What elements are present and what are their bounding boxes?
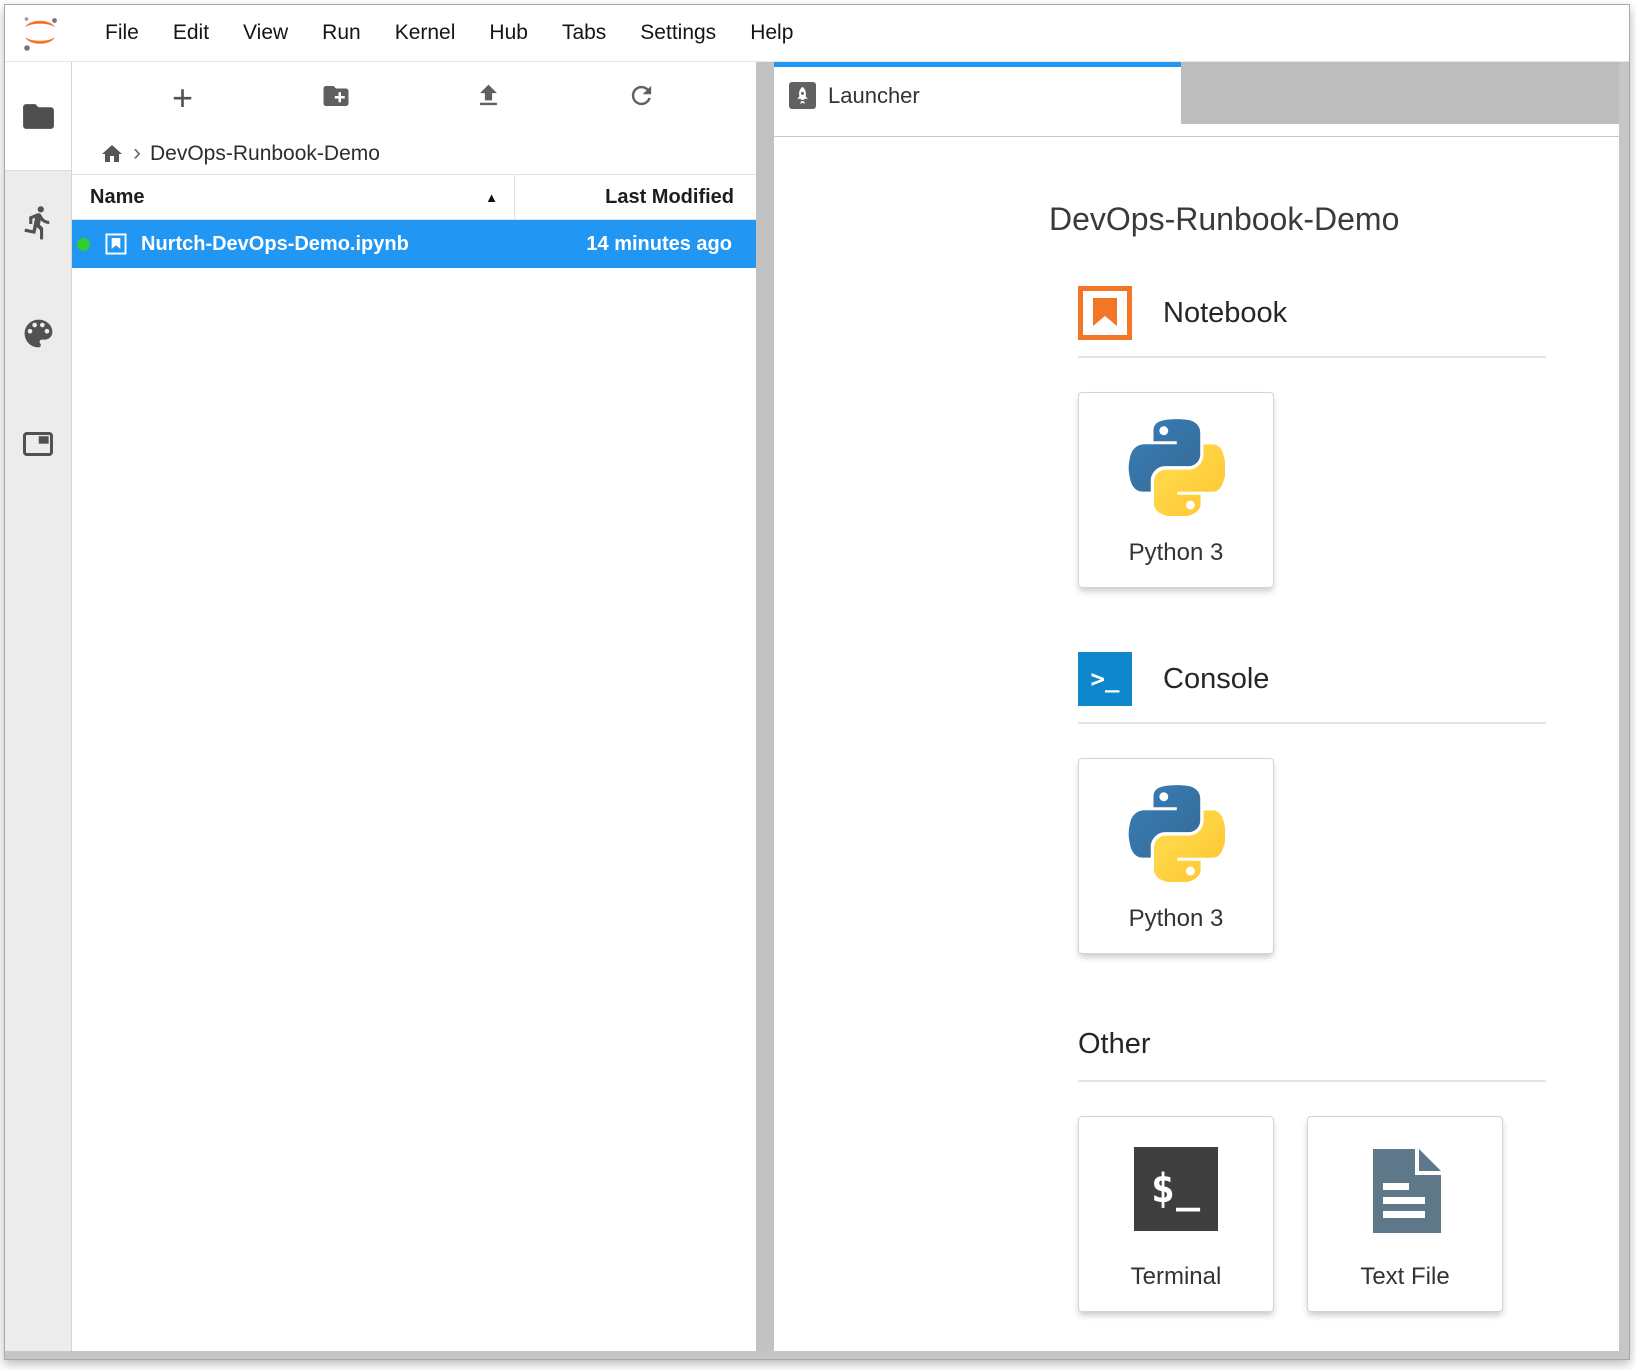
- launcher-section-console: >_ Console Python 3: [1078, 652, 1546, 954]
- breadcrumb-separator: ›: [133, 139, 141, 167]
- launcher-title: DevOps-Runbook-Demo: [1049, 201, 1619, 237]
- column-header-name[interactable]: Name ▲: [72, 175, 515, 219]
- breadcrumb: › DevOps-Runbook-Demo: [72, 134, 756, 174]
- new-folder-icon: [321, 81, 351, 116]
- launcher-card-notebook-python3[interactable]: Python 3: [1078, 392, 1274, 588]
- section-heading-other: Other: [1078, 1028, 1151, 1061]
- card-label-python3: Python 3: [1129, 905, 1224, 933]
- last-modified-column-label: Last Modified: [605, 186, 734, 209]
- folder-icon: [20, 98, 57, 135]
- refresh-icon: [627, 81, 656, 115]
- tab-launcher[interactable]: Launcher: [774, 62, 1181, 124]
- panel-splitter[interactable]: [756, 62, 774, 1351]
- window-bottom-edge: [5, 1351, 1629, 1359]
- dock-tab-bar: Launcher: [774, 62, 1619, 124]
- sidebar-item-file-browser[interactable]: [5, 62, 71, 170]
- console-glyph: >_: [1091, 665, 1120, 693]
- menu-bar: File Edit View Run Kernel Hub Tabs Setti…: [5, 5, 1629, 62]
- launcher-panel: DevOps-Runbook-Demo Notebook: [774, 137, 1619, 1351]
- launcher-section-other: Other $_ Terminal: [1078, 1024, 1546, 1312]
- file-browser-toolbar: +: [72, 62, 756, 134]
- sidebar-item-running-sessions[interactable]: [20, 204, 57, 246]
- window-right-edge: [1619, 62, 1629, 1351]
- jupyter-logo-icon: [18, 11, 62, 55]
- palette-icon: [20, 315, 57, 357]
- dock-strip: [774, 124, 1619, 137]
- sidebar-rest: [5, 170, 71, 1351]
- terminal-icon: $_: [1134, 1147, 1218, 1231]
- card-label-python3: Python 3: [1129, 539, 1224, 567]
- left-activity-bar: [5, 62, 72, 1351]
- home-icon[interactable]: [100, 142, 124, 166]
- section-heading-notebook: Notebook: [1163, 297, 1287, 330]
- sidebar-item-open-tabs[interactable]: [20, 426, 56, 467]
- file-list-header: Name ▲ Last Modified: [72, 174, 756, 220]
- menu-kernel[interactable]: Kernel: [378, 21, 473, 45]
- sort-ascending-icon: ▲: [485, 190, 498, 205]
- running-man-icon: [20, 204, 57, 246]
- refresh-button[interactable]: [565, 81, 718, 115]
- name-column-label: Name: [90, 186, 144, 209]
- notebook-file-icon: [103, 231, 129, 257]
- file-name: Nurtch-DevOps-Demo.ipynb: [141, 233, 409, 256]
- plus-icon: +: [172, 80, 193, 116]
- section-divider: [1078, 1080, 1546, 1082]
- column-header-last-modified[interactable]: Last Modified: [515, 175, 756, 219]
- upload-button[interactable]: [412, 81, 565, 115]
- file-browser-panel: +: [72, 62, 756, 1351]
- menu-file[interactable]: File: [88, 21, 156, 45]
- file-last-modified: 14 minutes ago: [586, 233, 756, 256]
- new-launcher-button[interactable]: +: [106, 80, 259, 116]
- menu-tabs[interactable]: Tabs: [545, 21, 623, 45]
- main-dock: Launcher DevOps-Runbook-Demo: [774, 62, 1619, 1351]
- upload-icon: [474, 81, 503, 115]
- menu-help[interactable]: Help: [733, 21, 810, 45]
- section-divider: [1078, 722, 1546, 724]
- section-divider: [1078, 356, 1546, 358]
- launcher-card-text-file[interactable]: Text File: [1307, 1116, 1503, 1312]
- launcher-rocket-icon: [789, 82, 816, 109]
- menu-edit[interactable]: Edit: [156, 21, 226, 45]
- new-folder-button[interactable]: [259, 81, 412, 116]
- file-row-selected[interactable]: Nurtch-DevOps-Demo.ipynb 14 minutes ago: [72, 220, 756, 268]
- launcher-card-terminal[interactable]: $_ Terminal: [1078, 1116, 1274, 1312]
- sidebar-item-command-palette[interactable]: [20, 315, 57, 357]
- tabs-icon: [20, 426, 56, 467]
- terminal-glyph: $_: [1151, 1166, 1201, 1212]
- kernel-running-dot-icon: [77, 238, 90, 251]
- launcher-card-console-python3[interactable]: Python 3: [1078, 758, 1274, 954]
- menu-view[interactable]: View: [226, 21, 305, 45]
- python-logo-icon: [1128, 785, 1225, 882]
- notebook-icon: [1078, 286, 1132, 340]
- text-file-icon: [1367, 1147, 1443, 1235]
- menu-settings[interactable]: Settings: [623, 21, 733, 45]
- menu-hub[interactable]: Hub: [472, 21, 545, 45]
- card-label-text-file: Text File: [1360, 1263, 1449, 1291]
- jupyterlab-window: File Edit View Run Kernel Hub Tabs Setti…: [4, 4, 1630, 1360]
- menu-run[interactable]: Run: [305, 21, 378, 45]
- tab-launcher-label: Launcher: [828, 83, 920, 109]
- breadcrumb-current[interactable]: DevOps-Runbook-Demo: [150, 142, 380, 166]
- launcher-section-notebook: Notebook Python 3: [1078, 286, 1546, 588]
- console-icon: >_: [1078, 652, 1132, 706]
- section-heading-console: Console: [1163, 663, 1269, 696]
- shell: +: [5, 62, 1629, 1351]
- card-label-terminal: Terminal: [1131, 1263, 1222, 1291]
- python-logo-icon: [1128, 419, 1225, 516]
